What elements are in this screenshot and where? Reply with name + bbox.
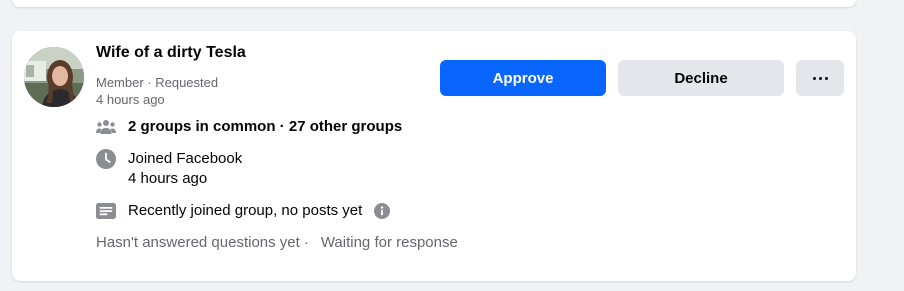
more-horizontal-icon [812, 76, 828, 80]
groups-in-common-row: 2 groups in common · 27 other groups [96, 117, 402, 137]
more-options-button[interactable] [796, 60, 844, 96]
member-role-status: Member · Requested [96, 75, 219, 90]
joined-facebook-row: Joined Facebook 4 hours ago [96, 149, 242, 189]
previous-request-card [12, 0, 856, 7]
member-meta: Member · Requested 4 hours ago [96, 74, 218, 108]
joined-label: Joined Facebook [128, 150, 243, 167]
post-list-icon [96, 201, 116, 221]
response-status: Waiting for response [320, 234, 458, 251]
decline-button[interactable]: Decline [618, 60, 784, 96]
activity-row: Recently joined group, no posts yet [96, 201, 391, 221]
groups-separator: · [275, 118, 289, 135]
member-name[interactable]: Wife of a dirty Tesla [96, 44, 246, 62]
member-requested-time: 4 hours ago [96, 92, 165, 107]
avatar[interactable] [24, 47, 84, 107]
joined-time: 4 hours ago [128, 170, 208, 187]
request-status-footer: Hasn't answered questions yet · Waiting fo… [96, 234, 458, 251]
groups-in-common-link[interactable]: 2 groups in common [128, 118, 276, 135]
info-icon[interactable] [374, 203, 391, 219]
approve-button[interactable]: Approve [440, 60, 606, 96]
clock-icon [96, 149, 116, 169]
footer-separator: · [303, 234, 309, 251]
people-icon [96, 117, 116, 137]
questions-status: Hasn't answered questions yet [96, 234, 300, 251]
other-groups-link[interactable]: 27 other groups [289, 118, 402, 135]
member-request-card: Wife of a dirty Tesla Member · Requested… [12, 31, 856, 281]
activity-text: Recently joined group, no posts yet [128, 202, 363, 219]
